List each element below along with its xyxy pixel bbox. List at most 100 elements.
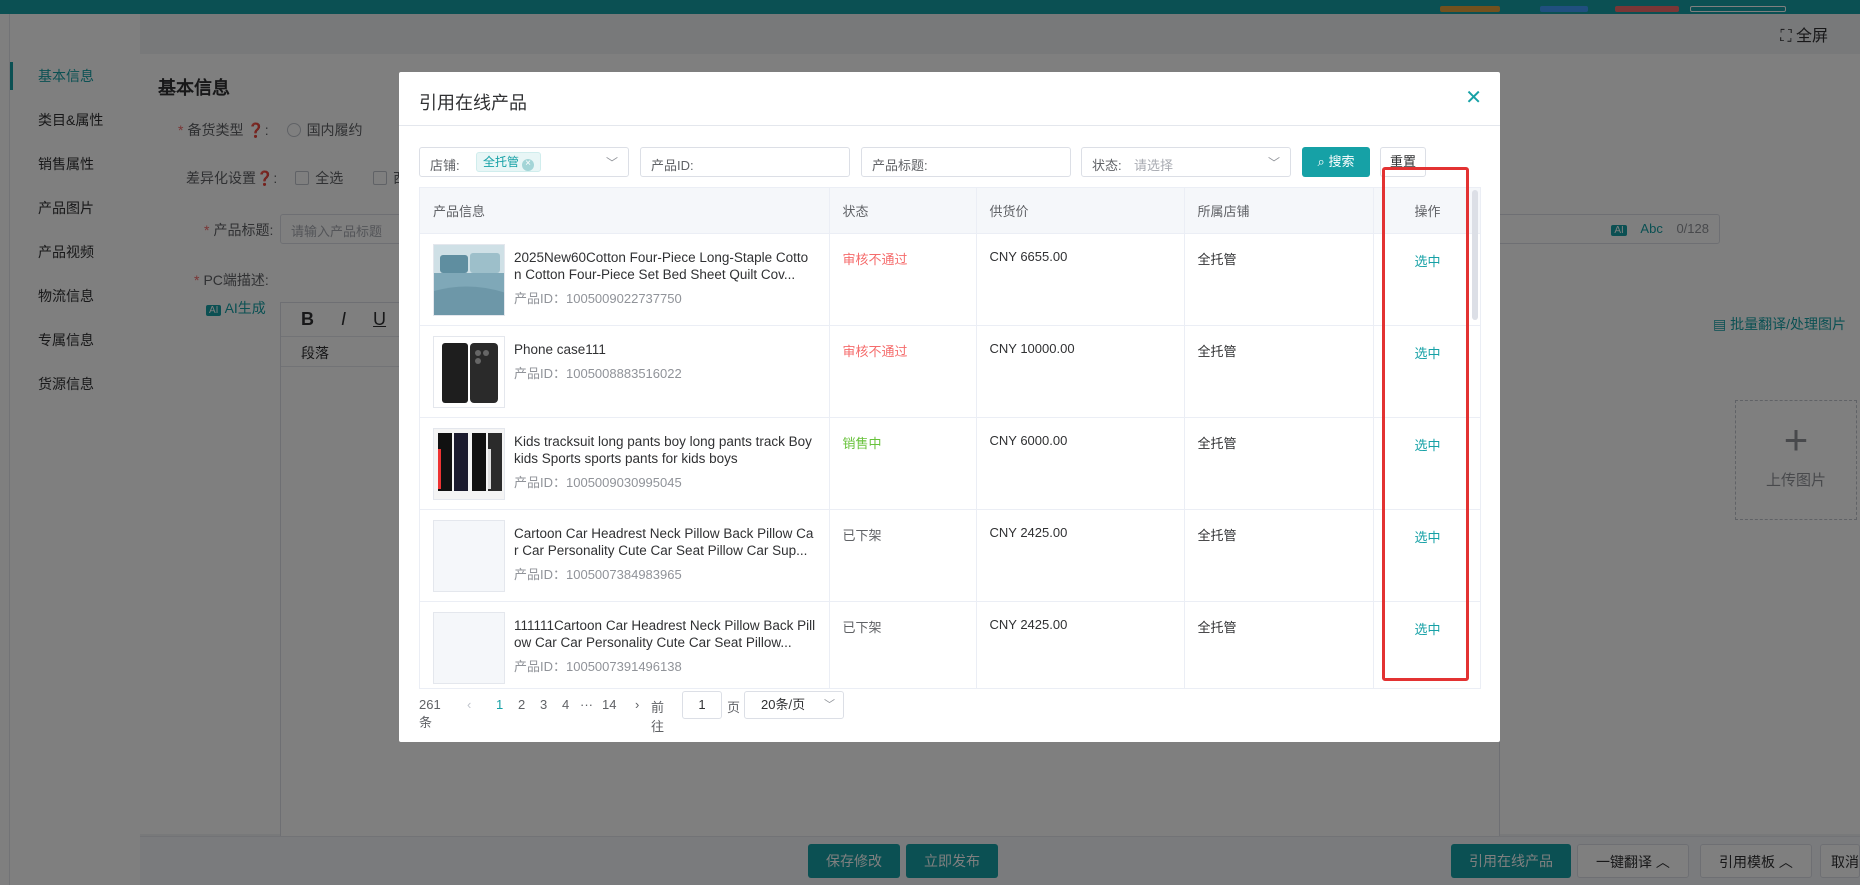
product-title: Cartoon Car Headrest Neck Pillow Back Pi… <box>514 525 814 558</box>
dialog-header: 引用在线产品 ✕ <box>399 72 1500 126</box>
quote-online-product-dialog: 引用在线产品 ✕ 店铺: 全托管 × ﹀ 产品ID: 产品标题: 状态: 请选择 … <box>399 72 1500 742</box>
page-size-select[interactable]: 20条/页 ﹀ <box>744 691 844 719</box>
table-row: 111111Cartoon Car Headrest Neck Pillow B… <box>420 601 1480 688</box>
product-title: 2025New60Cotton Four-Piece Long-Staple C… <box>514 249 809 282</box>
product-id-value: 1005008883516022 <box>566 365 682 381</box>
search-label: 搜索 <box>1328 154 1355 169</box>
status-select[interactable]: 状态: 请选择 ﹀ <box>1081 147 1291 177</box>
product-info-cell: 2025New60Cotton Four-Piece Long-Staple C… <box>420 233 830 326</box>
price-text: CNY 2425.00 <box>989 616 1068 632</box>
price-text: CNY 10000.00 <box>989 340 1075 356</box>
product-info-cell: Kids tracksuit long pants boy long pants… <box>420 417 830 510</box>
goto-page-input[interactable]: 1 <box>682 691 722 719</box>
shop-label: 店铺: <box>430 158 460 173</box>
product-id-value: 1005009022737750 <box>566 290 682 306</box>
page-size-label: 20条/页 <box>761 697 806 712</box>
status-text: 审核不通过 <box>842 251 908 267</box>
col-header-price: 供货价 <box>976 188 1185 234</box>
shop-select[interactable]: 店铺: 全托管 × ﹀ <box>419 147 629 177</box>
status-text: 销售中 <box>842 435 882 451</box>
product-id: 产品ID：1005009030995045 <box>514 472 816 491</box>
table-scrollbar[interactable] <box>1472 190 1478 320</box>
table-row: 2025New60Cotton Four-Piece Long-Staple C… <box>420 233 1480 326</box>
product-thumbnail-bedding[interactable] <box>433 243 505 316</box>
select-link[interactable]: 选中 <box>1414 527 1440 546</box>
select-link[interactable]: 选中 <box>1414 619 1440 638</box>
shop-text: 全托管 <box>1197 435 1237 451</box>
select-link[interactable]: 选中 <box>1414 251 1440 270</box>
product-info-cell: 111111Cartoon Car Headrest Neck Pillow B… <box>420 601 830 688</box>
product-title: 111111Cartoon Car Headrest Neck Pillow B… <box>514 617 816 650</box>
product-id-value: 1005009030995045 <box>566 474 682 490</box>
product-id: 产品ID：1005007391496138 <box>514 656 816 675</box>
next-page-icon[interactable]: › <box>635 697 639 712</box>
chevron-down-icon: ﹀ <box>1267 156 1280 170</box>
page-last[interactable]: 14 <box>602 697 616 712</box>
product-thumbnail-placeholder[interactable] <box>433 519 505 592</box>
table-row: Cartoon Car Headrest Neck Pillow Back Pi… <box>420 509 1480 602</box>
page-4[interactable]: 4 <box>562 697 569 712</box>
product-id-prefix: 产品ID： <box>514 474 567 490</box>
product-title: Kids tracksuit long pants boy long pants… <box>514 433 812 466</box>
page-3[interactable]: 3 <box>540 697 547 712</box>
close-icon[interactable]: ✕ <box>1465 88 1482 108</box>
product-id: 产品ID：1005007384983965 <box>514 564 816 583</box>
product-thumbnail-phone-case[interactable] <box>433 335 505 408</box>
product-id-prefix: 产品ID： <box>514 566 567 582</box>
page-1[interactable]: 1 <box>496 697 503 712</box>
filter-bar: 店铺: 全托管 × ﹀ 产品ID: 产品标题: 状态: 请选择 ﹀ ⌕ 搜索 重置 <box>419 147 1479 179</box>
shop-text: 全托管 <box>1197 343 1237 359</box>
prev-page-icon[interactable]: ‹ <box>467 697 471 712</box>
page-unit-label: 页 <box>727 700 741 715</box>
product-info-cell: Phone case111 产品ID：1005008883516022 <box>420 325 830 418</box>
product-title: Phone case111 <box>514 341 606 357</box>
search-icon: ⌕ <box>1317 154 1329 169</box>
status-text: 审核不通过 <box>842 343 908 359</box>
price-text: CNY 6655.00 <box>989 248 1068 264</box>
product-id-label: 产品ID: <box>651 158 694 173</box>
shop-text: 全托管 <box>1197 527 1237 543</box>
price-text: CNY 2425.00 <box>989 524 1068 540</box>
tag-close-icon[interactable]: × <box>522 159 535 171</box>
more-pages-icon[interactable]: ··· <box>580 697 593 712</box>
table-row: Phone case111 产品ID：1005008883516022 审核不通… <box>420 325 1480 418</box>
product-id-value: 1005007391496138 <box>566 658 682 674</box>
shop-tag-label: 全托管 <box>483 155 520 169</box>
product-id-prefix: 产品ID： <box>514 658 567 674</box>
shop-text: 全托管 <box>1197 619 1237 635</box>
product-id: 产品ID：1005008883516022 <box>514 363 816 382</box>
goto-label: 前往 <box>651 700 665 734</box>
page-2[interactable]: 2 <box>518 697 525 712</box>
status-label: 状态: <box>1092 158 1122 173</box>
product-id-input[interactable]: 产品ID: <box>640 147 850 177</box>
product-id-prefix: 产品ID： <box>514 365 567 381</box>
reset-button[interactable]: 重置 <box>1380 147 1426 177</box>
product-thumbnail-pants[interactable] <box>433 427 505 500</box>
table-row: Kids tracksuit long pants boy long pants… <box>420 417 1480 510</box>
status-placeholder: 请选择 <box>1134 158 1174 173</box>
product-table: 产品信息 状态 供货价 所属店铺 操作 2025New60Cotton Four <box>419 187 1481 689</box>
shop-tag: 全托管 × <box>476 152 542 172</box>
chevron-down-icon: ﹀ <box>605 156 618 170</box>
status-text: 已下架 <box>842 619 882 635</box>
price-text: CNY 6000.00 <box>989 432 1068 448</box>
shop-text: 全托管 <box>1197 251 1237 267</box>
col-header-status: 状态 <box>829 188 977 234</box>
select-link[interactable]: 选中 <box>1414 343 1440 362</box>
total-count: 261条 <box>419 697 441 730</box>
table-header-row: 产品信息 状态 供货价 所属店铺 操作 <box>420 188 1480 234</box>
col-header-shop: 所属店铺 <box>1184 188 1374 234</box>
search-button[interactable]: ⌕ 搜索 <box>1302 147 1370 177</box>
product-title-filter-input[interactable]: 产品标题: <box>861 147 1071 177</box>
product-title-filter-label: 产品标题: <box>872 158 928 173</box>
select-link[interactable]: 选中 <box>1414 435 1440 454</box>
status-text: 已下架 <box>842 527 882 543</box>
col-header-action: 操作 <box>1373 188 1480 234</box>
product-id-value: 1005007384983965 <box>566 566 682 582</box>
product-id-prefix: 产品ID： <box>514 290 567 306</box>
col-header-product-info: 产品信息 <box>420 188 830 234</box>
dialog-title: 引用在线产品 <box>419 93 527 113</box>
product-thumbnail-placeholder[interactable] <box>433 611 505 684</box>
product-id: 产品ID：1005009022737750 <box>514 288 816 307</box>
chevron-down-icon: ﹀ <box>824 699 835 711</box>
